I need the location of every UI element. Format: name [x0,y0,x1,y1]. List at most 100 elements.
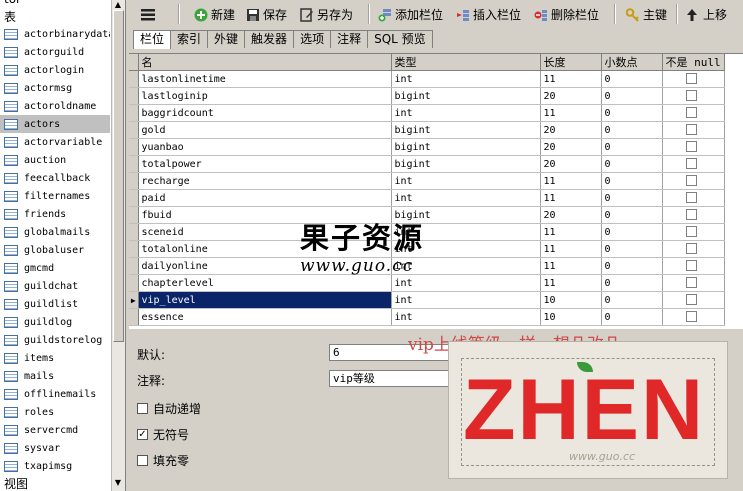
grid-header-decimals[interactable]: 小数点 [601,54,663,71]
table-tree-item[interactable]: sysvar [0,439,110,457]
field-type-cell[interactable]: bigint [391,155,541,173]
tab-4[interactable]: 选项 [293,30,332,48]
table-tree-item[interactable]: guildlist [0,295,110,313]
table-tree-item[interactable]: gmcmd [0,259,110,277]
row-indicator[interactable] [129,138,139,156]
not-null-checkbox[interactable] [685,192,697,204]
row-indicator[interactable] [129,223,139,241]
not-null-checkbox[interactable] [685,124,697,136]
field-decimals-cell[interactable]: 0 [601,257,663,275]
menu-button[interactable] [140,6,156,23]
field-not-null-cell[interactable] [662,70,725,88]
table-tree-item[interactable]: globalmails [0,223,110,241]
table-row[interactable]: fbuid bigint 20 0 [129,206,725,224]
field-decimals-cell[interactable]: 0 [601,274,663,292]
field-name-cell[interactable]: chapterlevel [138,274,392,292]
not-null-checkbox[interactable] [685,141,697,153]
table-tree-item[interactable]: offlinemails [0,385,110,403]
field-type-cell[interactable]: int [391,70,541,88]
row-indicator[interactable] [129,240,139,258]
save-button[interactable]: 保存 [246,6,287,23]
table-row[interactable]: yuanbao bigint 20 0 [129,138,725,156]
insert-field-button[interactable]: 插入栏位 [456,6,521,23]
table-tree-item[interactable]: filternames [0,187,110,205]
field-name-cell[interactable]: gold [138,121,392,139]
primary-key-button[interactable]: 主键 [626,6,667,23]
unsigned-checkbox[interactable]: ✓ [137,429,148,440]
not-null-checkbox[interactable] [685,107,697,119]
field-length-cell[interactable]: 11 [540,223,602,241]
field-type-cell[interactable]: int [391,172,541,190]
field-type-cell[interactable]: bigint [391,121,541,139]
field-not-null-cell[interactable] [662,257,725,275]
save-as-button[interactable]: 另存为 [300,6,353,23]
delete-field-button[interactable]: 删除栏位 [534,6,599,23]
field-decimals-cell[interactable]: 0 [601,155,663,173]
field-type-cell[interactable]: int [391,189,541,207]
tree-footer-views[interactable]: 视图 [4,475,28,491]
table-row[interactable]: lastloginip bigint 20 0 [129,87,725,105]
table-row[interactable]: essence int 10 0 [129,308,725,326]
table-row[interactable]: totalonline int 11 0 [129,240,725,258]
grid-header-type[interactable]: 类型 [391,54,541,71]
not-null-checkbox[interactable] [685,243,697,255]
field-not-null-cell[interactable] [662,223,725,241]
table-tree-item[interactable]: actormsg [0,79,110,97]
field-decimals-cell[interactable]: 0 [601,206,663,224]
auto-increment-option[interactable]: 自动递增 [137,400,201,417]
field-name-cell[interactable]: yuanbao [138,138,392,156]
field-length-cell[interactable]: 20 [540,87,602,105]
row-indicator[interactable] [129,274,139,292]
field-decimals-cell[interactable]: 0 [601,308,663,326]
field-type-cell[interactable]: int [391,104,541,122]
table-tree-item[interactable]: roles [0,403,110,421]
grid-header-not-null[interactable]: 不是 null [662,54,725,71]
field-name-cell[interactable]: baggridcount [138,104,392,122]
not-null-checkbox[interactable] [685,226,697,238]
table-tree-item[interactable]: actorvariable [0,133,110,151]
table-row[interactable]: lastonlinetime int 11 0 [129,70,725,88]
row-indicator[interactable] [129,87,139,105]
table-tree-item[interactable]: actors [0,115,110,133]
not-null-checkbox[interactable] [685,260,697,272]
table-row[interactable]: paid int 11 0 [129,189,725,207]
tab-1[interactable]: 索引 [170,30,209,48]
table-tree-item[interactable]: guildstorelog [0,331,110,349]
field-length-cell[interactable]: 10 [540,291,602,309]
table-tree-item[interactable]: guildlog [0,313,110,331]
field-type-cell[interactable]: bigint [391,87,541,105]
field-name-cell[interactable]: recharge [138,172,392,190]
field-decimals-cell[interactable]: 0 [601,70,663,88]
field-decimals-cell[interactable]: 0 [601,172,663,190]
add-field-button[interactable]: 添加栏位 [378,6,443,23]
not-null-checkbox[interactable] [685,209,697,221]
tree-header-tables[interactable]: 表 [4,8,16,25]
field-not-null-cell[interactable] [662,274,725,292]
table-row[interactable]: dailyonline int 11 0 [129,257,725,275]
table-row[interactable]: baggridcount int 11 0 [129,104,725,122]
row-indicator[interactable] [129,121,139,139]
table-row[interactable]: totalpower bigint 20 0 [129,155,725,173]
field-length-cell[interactable]: 20 [540,138,602,156]
row-indicator[interactable] [129,70,139,88]
table-tree-item[interactable]: auction [0,151,110,169]
field-name-cell[interactable]: paid [138,189,392,207]
field-not-null-cell[interactable] [662,87,725,105]
move-up-button[interactable]: 上移 [686,6,727,23]
field-length-cell[interactable]: 11 [540,274,602,292]
table-tree-item[interactable]: actorguild [0,43,110,61]
field-not-null-cell[interactable] [662,240,725,258]
table-row[interactable]: ▶ vip_level int 10 0 [129,291,725,309]
field-length-cell[interactable]: 11 [540,189,602,207]
field-type-cell[interactable]: int [391,274,541,292]
tree-scrollbar[interactable]: ▲ ▼ [111,0,125,491]
field-not-null-cell[interactable] [662,104,725,122]
auto-increment-checkbox[interactable] [137,403,148,414]
field-decimals-cell[interactable]: 0 [601,240,663,258]
table-tree-item[interactable]: feecallback [0,169,110,187]
field-decimals-cell[interactable]: 0 [601,121,663,139]
table-tree-item[interactable]: servercmd [0,421,110,439]
field-decimals-cell[interactable]: 0 [601,223,663,241]
grid-header-length[interactable]: 长度 [540,54,602,71]
table-tree-item[interactable]: actoroldname [0,97,110,115]
